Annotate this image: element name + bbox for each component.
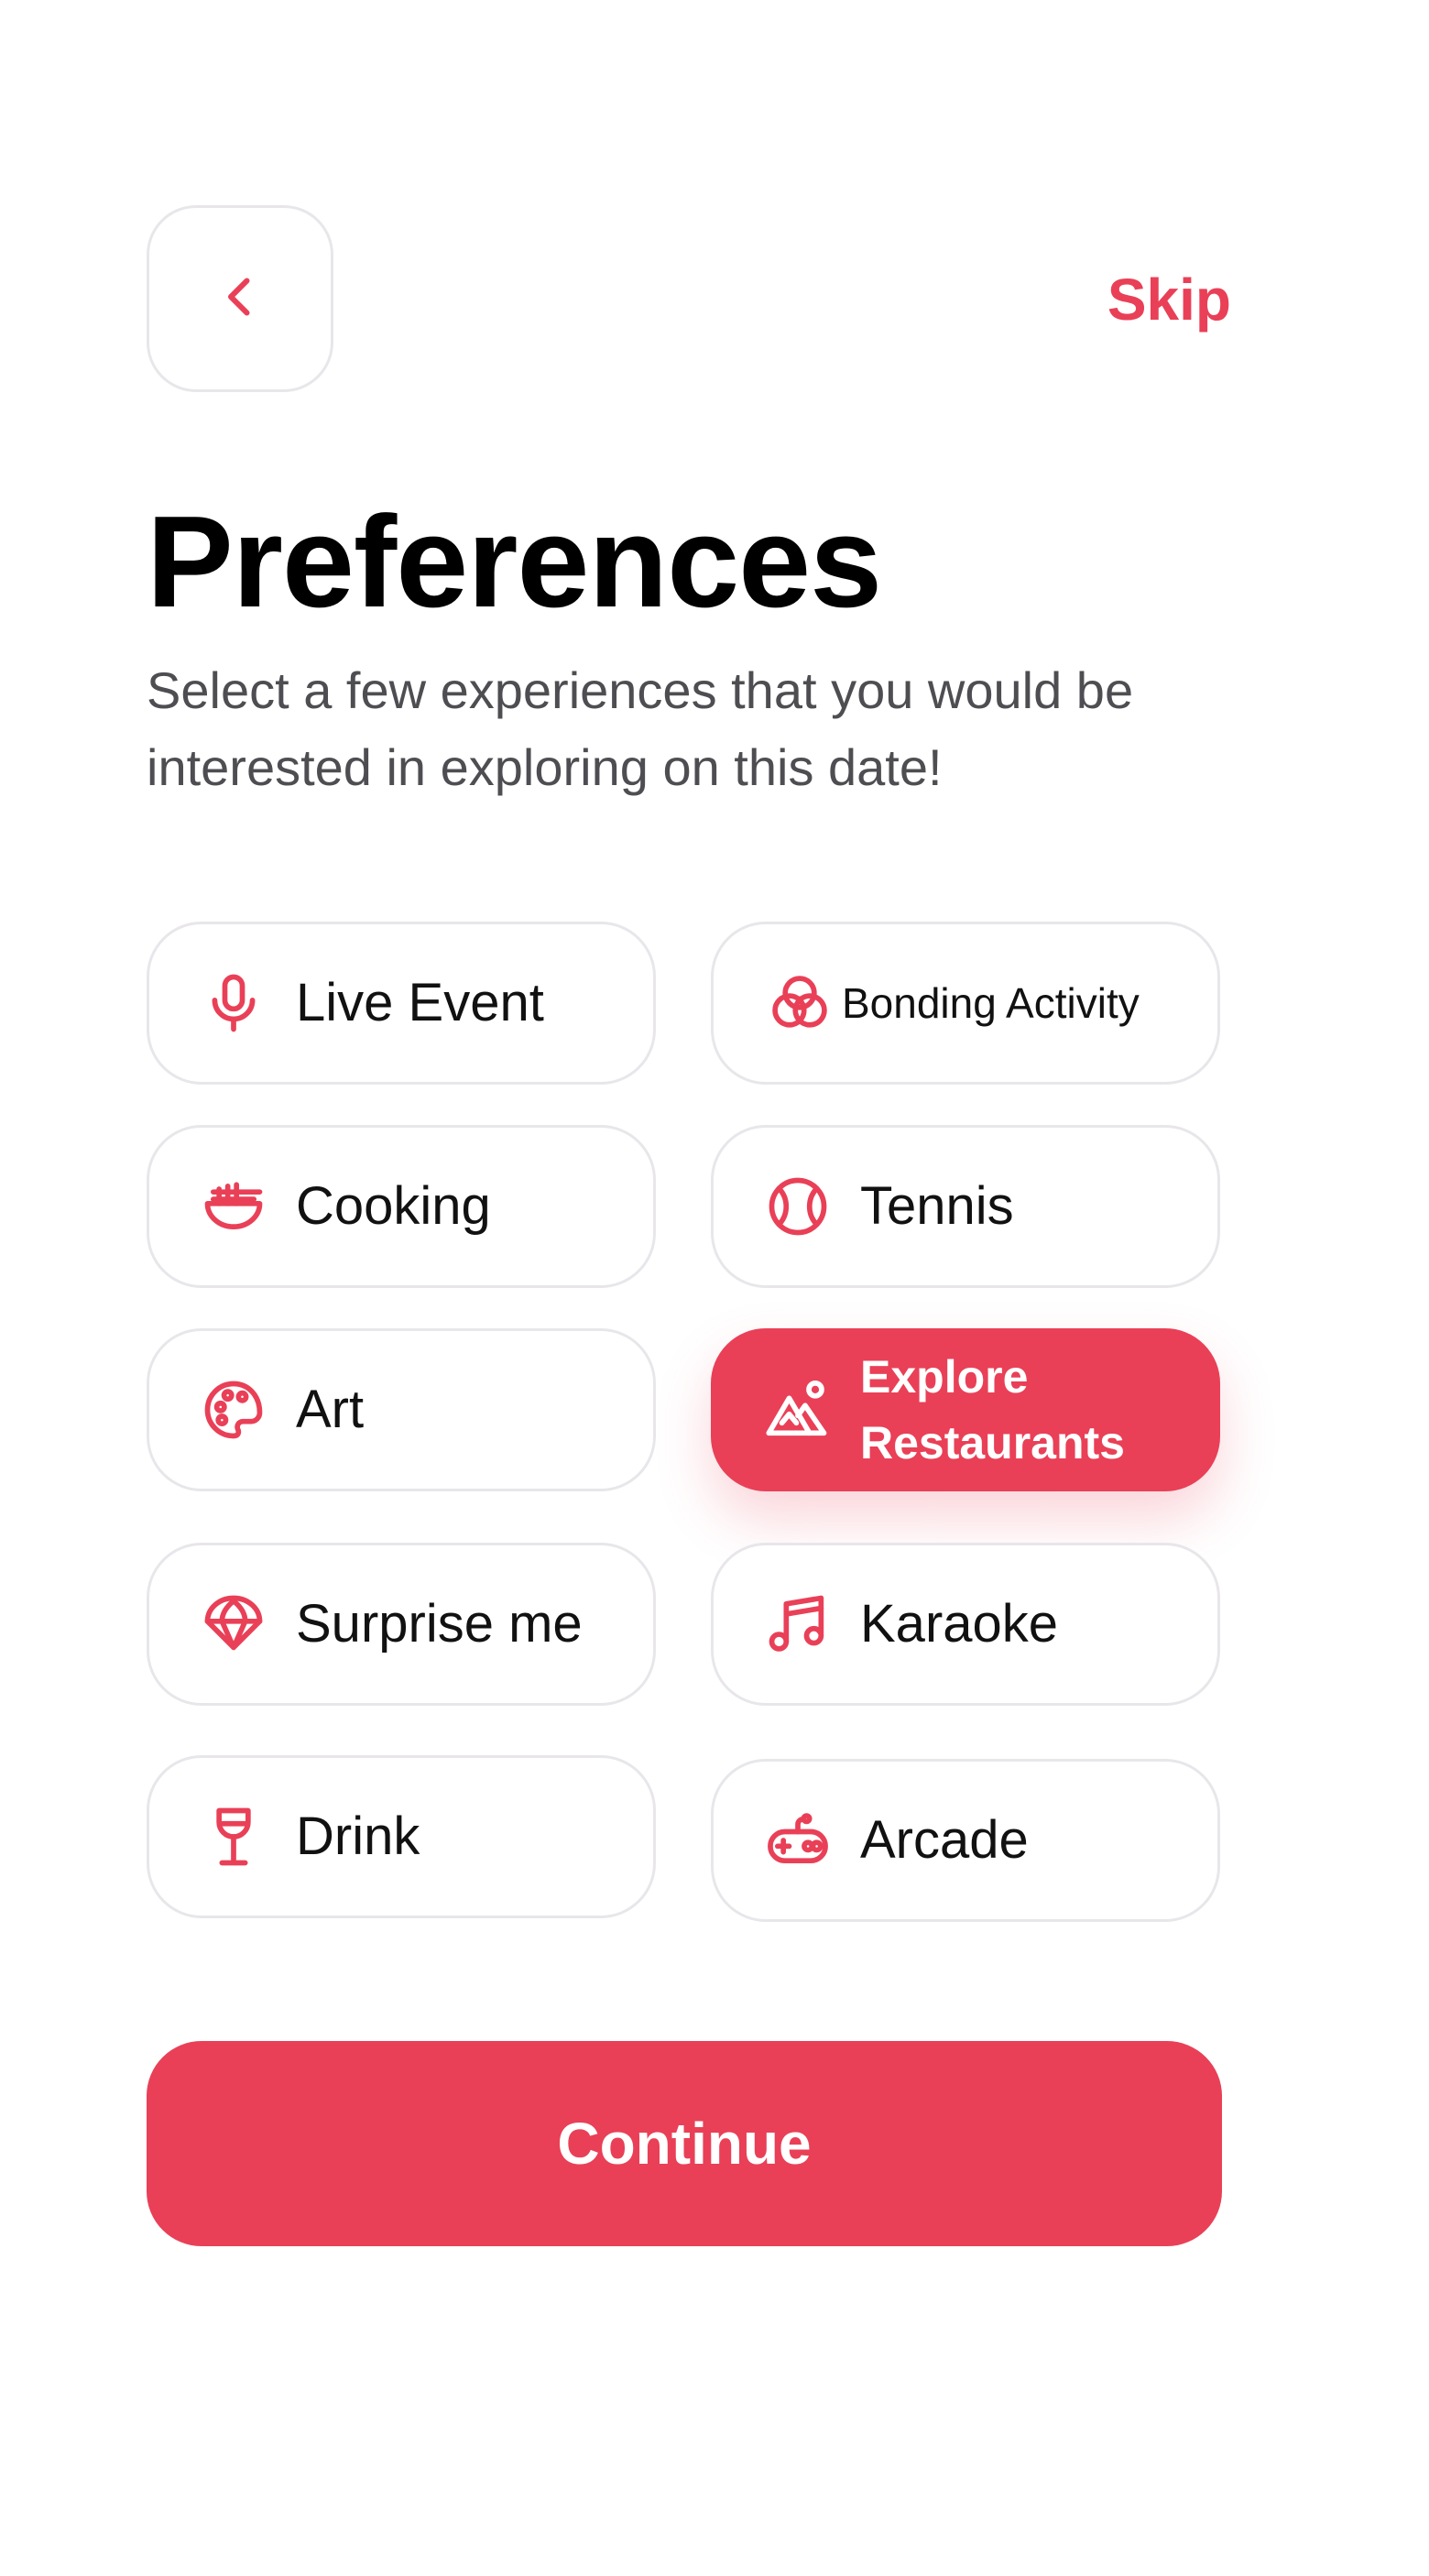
palette-icon (197, 1373, 270, 1446)
preference-label: Drink (296, 1806, 420, 1866)
preference-chip-live-event[interactable]: Live Event (147, 922, 656, 1085)
mountain-landscape-icon (761, 1373, 834, 1446)
parachute-icon (197, 1588, 270, 1661)
wine-glass-icon (197, 1800, 270, 1873)
continue-button[interactable]: Continue (147, 2041, 1222, 2246)
preference-label: Karaoke (860, 1594, 1059, 1654)
gamepad-icon (761, 1804, 834, 1877)
back-button[interactable] (147, 205, 333, 392)
preference-label: Explore Restaurants (860, 1351, 1125, 1468)
preference-chip-karaoke[interactable]: Karaoke (711, 1543, 1220, 1706)
preference-label: Tennis (860, 1176, 1014, 1236)
tennis-ball-icon (761, 1170, 834, 1243)
noodle-bowl-icon (197, 1170, 270, 1243)
preference-label: Cooking (296, 1176, 491, 1236)
preference-chip-arcade[interactable]: Arcade (711, 1759, 1220, 1922)
microphone-icon (197, 966, 270, 1040)
page-title: Preferences (147, 489, 882, 635)
preference-chip-drink[interactable]: Drink (147, 1755, 656, 1918)
skip-button[interactable]: Skip (1107, 266, 1231, 333)
preference-label: Arcade (860, 1810, 1029, 1870)
preference-chip-tennis[interactable]: Tennis (711, 1125, 1220, 1288)
preference-chip-explore-restaurants[interactable]: Explore Restaurants (711, 1328, 1220, 1491)
chevron-left-icon (213, 269, 267, 329)
preference-label: Bonding Activity (842, 979, 1140, 1027)
preference-chip-bonding-activity[interactable]: Bonding Activity (711, 922, 1220, 1085)
preference-label: Art (296, 1380, 365, 1439)
preference-chip-cooking[interactable]: Cooking (147, 1125, 656, 1288)
preference-label: Live Event (296, 973, 544, 1032)
music-note-icon (761, 1588, 834, 1661)
page-subtitle: Select a few experiences that you would … (147, 661, 1134, 796)
interlocking-circles-icon (763, 966, 836, 1040)
preference-chip-art[interactable]: Art (147, 1328, 656, 1491)
preference-chip-surprise-me[interactable]: Surprise me (147, 1543, 656, 1706)
preference-label: Surprise me (296, 1594, 583, 1654)
